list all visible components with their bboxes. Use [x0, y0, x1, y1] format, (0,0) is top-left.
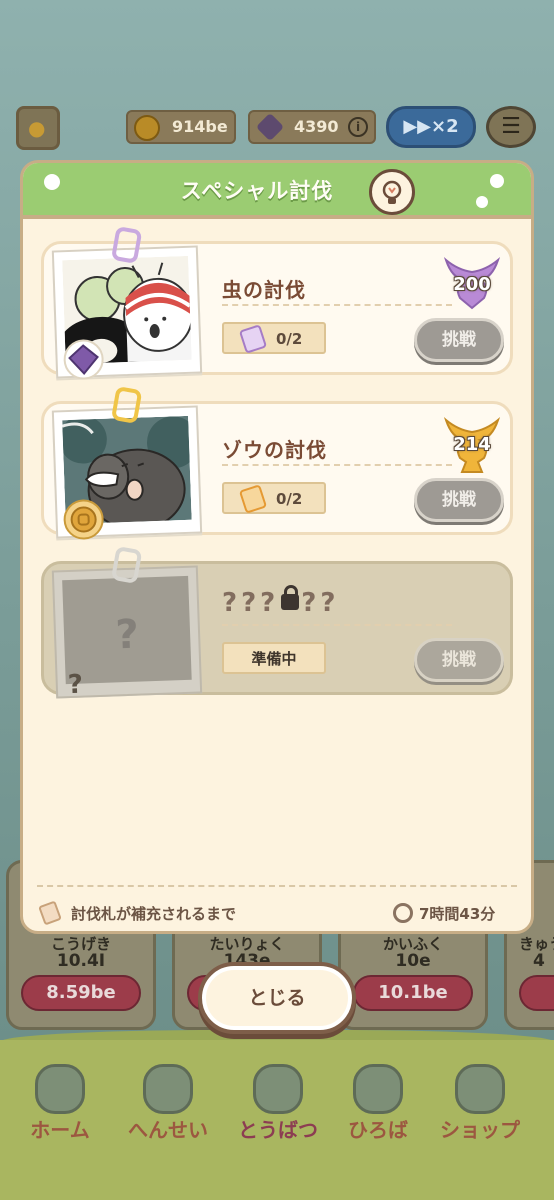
photo-placeholder: ?: [62, 575, 192, 685]
coin-counter: 914be: [126, 110, 236, 144]
entry-title-right: ??: [301, 588, 340, 618]
nav-label: とうばつ: [238, 1118, 318, 1142]
nav-formation[interactable]: へんせい: [118, 1050, 218, 1160]
entry-title: ?????: [222, 584, 340, 618]
top-bar: ● 914be 4390 i ▶▶×2 ☰: [0, 100, 554, 156]
reward-value: 214: [453, 434, 491, 455]
subjugation-entry-elephant: ゾウの討伐 0/2 214 挑戦: [41, 385, 513, 541]
ticket-count: 0/2: [276, 490, 303, 508]
coin-icon: [134, 115, 160, 141]
status-plate: 準備中: [222, 642, 326, 674]
nav-label: ショップ: [440, 1118, 520, 1142]
info-icon[interactable]: i: [348, 117, 368, 137]
dialog-title: スペシャル討伐: [180, 179, 334, 203]
coin-amount: 914be: [172, 117, 228, 136]
ticket-icon: [38, 900, 62, 926]
upgrade-value: 4: [533, 951, 545, 971]
close-button[interactable]: とじる: [198, 962, 356, 1034]
entry-title: ゾウの討伐: [222, 438, 327, 462]
ticket-icon: [238, 484, 268, 514]
nav-label: へんせい: [128, 1118, 208, 1142]
speed-toggle-button[interactable]: ▶▶×2: [386, 106, 476, 148]
formation-icon: [143, 1064, 193, 1114]
subjugation-entry-bug: 虫の討伐 0/2 200 挑戦: [41, 225, 513, 381]
gem-icon: [255, 112, 285, 142]
upgrade-value: 10.4I: [56, 951, 106, 971]
nav-label: ホーム: [30, 1118, 90, 1142]
refill-time: 7時間43分: [419, 905, 496, 923]
challenge-button[interactable]: 挑戦: [414, 318, 504, 362]
plaza-icon: [353, 1064, 403, 1114]
refill-timer: 7時間43分: [393, 901, 523, 925]
dashed-divider: [222, 304, 452, 306]
home-icon: [35, 1064, 85, 1114]
hint-button[interactable]: [369, 169, 415, 215]
gem-amount: 4390: [294, 117, 339, 136]
nav-plaza[interactable]: ひろば: [328, 1050, 428, 1160]
lock-icon: [281, 584, 300, 610]
ticket-count: 0/2: [276, 330, 303, 348]
ticket-icon: [238, 324, 268, 354]
reward-badge: 200: [440, 254, 504, 314]
unknown-corner-mark: ?: [67, 669, 84, 701]
challenge-button-disabled[interactable]: 挑戦: [414, 638, 504, 682]
dashed-divider: [222, 464, 452, 466]
gem-counter: 4390 i: [248, 110, 376, 144]
challenge-button[interactable]: 挑戦: [414, 478, 504, 522]
reward-value: 200: [453, 274, 491, 295]
upgrade-cost-button[interactable]: 10.1be: [353, 975, 473, 1011]
coin-badge-icon: [62, 498, 105, 541]
subjugation-entry-locked: ? ? ????? 準備中 挑戦: [41, 545, 513, 701]
chick-icon: ●: [28, 116, 46, 140]
status-text: 準備中: [251, 650, 297, 668]
nav-label: ひろば: [348, 1118, 408, 1142]
enemy-photo-placeholder: ? ?: [51, 545, 203, 701]
upgrade-cost-button[interactable]: 8.59be: [21, 975, 141, 1011]
reward-badge: 214: [440, 414, 504, 474]
special-subjugation-dialog: スペシャル討伐 虫の討伐 0/2 200 挑戦 ゾウの討伐 0/2 214 挑戦…: [20, 160, 534, 934]
refill-label: 討伐札が補充されるまで: [71, 905, 237, 923]
footer-divider: [37, 885, 517, 887]
unknown-mark: ?: [114, 611, 140, 659]
bottom-nav: ホーム へんせい とうばつ ひろば ショップ: [0, 1050, 554, 1160]
nav-subjugation[interactable]: とうばつ: [228, 1050, 328, 1160]
enemy-photo: [51, 225, 203, 381]
lightbulb-icon: [382, 180, 402, 204]
nav-home[interactable]: ホーム: [10, 1050, 110, 1160]
dialog-header: スペシャル討伐: [23, 163, 531, 219]
subjugation-icon: [253, 1064, 303, 1114]
upgrade-cost-button[interactable]: [519, 975, 554, 1011]
dashed-divider: [222, 624, 452, 626]
upgrade-value: 10e: [395, 951, 431, 971]
ticket-counter: 0/2: [222, 482, 326, 514]
ticket-counter: 0/2: [222, 322, 326, 354]
entry-title: 虫の討伐: [222, 278, 306, 302]
entry-title-left: ???: [222, 588, 280, 618]
enemy-photo: [51, 385, 203, 541]
menu-icon[interactable]: ☰: [486, 106, 536, 148]
gem-badge-icon: [62, 338, 105, 381]
shop-icon: [455, 1064, 505, 1114]
player-icon-button[interactable]: ●: [16, 106, 60, 150]
stopwatch-icon: [393, 903, 413, 923]
nav-shop[interactable]: ショップ: [430, 1050, 530, 1160]
